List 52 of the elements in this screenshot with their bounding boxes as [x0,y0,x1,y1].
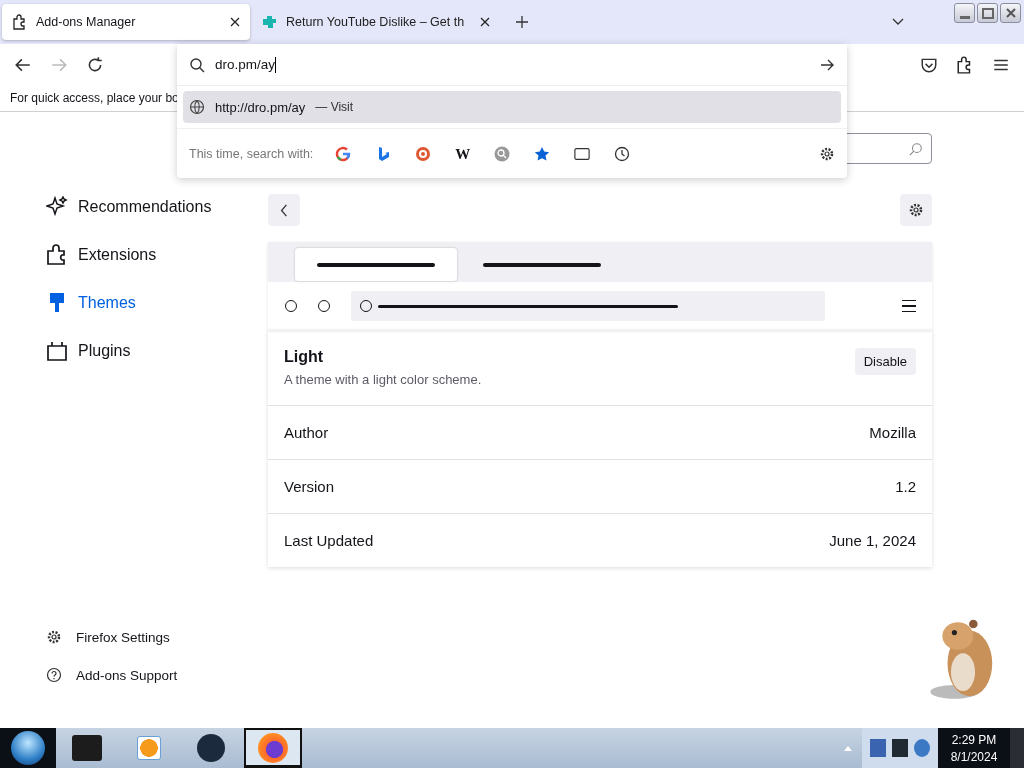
minimize-icon [959,15,970,19]
gear-icon [908,202,924,218]
clock[interactable]: 2:29 PM 8/1/2024 [938,728,1010,768]
sparkle-icon [46,196,68,218]
chevron-left-icon [280,203,288,217]
new-tab-icon[interactable] [516,16,528,28]
search-icon [189,56,205,73]
detail-label: Author [284,424,329,441]
theme-name: Light [284,348,325,366]
search-icon [909,141,923,156]
chevron-down-icon[interactable] [892,18,904,26]
disable-button[interactable]: Disable [854,348,916,375]
search-with-label: This time, search with: [189,146,314,161]
duck-icon[interactable] [415,145,432,162]
close-window-button[interactable] [1000,3,1021,23]
detail-label: Last Updated [284,532,374,549]
detail-value: June 1, 2024 [829,532,916,549]
theme-description: A theme with a light color scheme. [284,372,482,387]
category-item[interactable]: Recommendations [46,194,268,220]
question-icon [46,667,62,683]
gear-icon [46,629,62,645]
sidebar-link[interactable]: Firefox Settings [46,628,268,646]
gear-icon[interactable] [819,145,835,162]
tray-icons-drawing[interactable] [862,728,938,768]
star-icon[interactable] [534,145,551,162]
restore-button[interactable] [977,3,998,23]
category-item[interactable]: Themes [46,290,268,316]
globe-icon [189,99,205,115]
browser-tab[interactable]: Return YouTube Dislike – Get th [252,4,500,40]
address-field[interactable]: dro.pm/ay [177,44,847,86]
detail-value: 1.2 [895,478,916,495]
reload-icon[interactable] [86,55,104,74]
wikipedia-icon[interactable]: W [455,145,471,162]
minimize-button[interactable] [954,3,975,23]
tab-icon[interactable] [574,145,591,162]
browser-tab[interactable]: Add-ons Manager [2,4,250,40]
firefox-taskbar-button[interactable] [244,728,302,768]
close-icon[interactable] [230,17,240,27]
sidebar-link[interactable]: Add-ons Support [46,666,268,684]
magnifier-icon[interactable] [494,145,511,162]
google-icon[interactable] [335,145,352,162]
category-item[interactable]: Extensions [46,242,268,268]
close-icon[interactable] [480,17,490,27]
close-icon [1005,8,1016,18]
category-item[interactable]: Plugins [46,338,268,364]
clock-icon[interactable] [614,145,631,162]
restore-icon [981,7,994,19]
detail-label: Version [284,478,335,495]
start-button[interactable] [0,728,56,768]
url-suggestion[interactable]: http://dro.pm/ay — Visit [183,91,841,123]
detail-value: Mozilla [869,424,916,441]
settings-button[interactable] [900,194,932,226]
